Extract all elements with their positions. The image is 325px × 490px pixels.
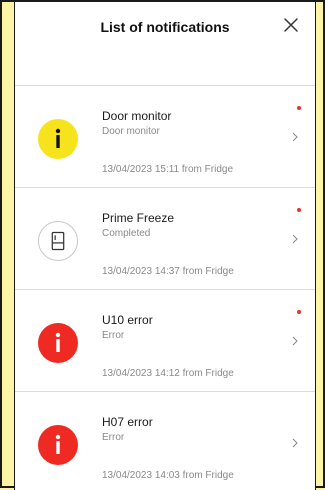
page-title: List of notifications xyxy=(100,19,230,35)
fridge-icon xyxy=(38,221,78,261)
notification-title: Prime Freeze xyxy=(102,211,175,225)
chevron-right-icon xyxy=(292,234,298,244)
error-icon xyxy=(38,323,78,363)
close-icon[interactable] xyxy=(279,13,303,37)
chevron-right-icon xyxy=(292,132,298,142)
chevron-right-icon xyxy=(292,438,298,448)
notification-subtitle: Error xyxy=(102,330,125,341)
notification-subtitle: Completed xyxy=(102,228,151,239)
notification-subtitle: Error xyxy=(102,432,125,443)
notification-timestamp: 13/04/2023 15:11 from Fridge xyxy=(102,164,234,175)
header: List of notifications xyxy=(15,2,315,86)
unread-indicator xyxy=(297,310,301,314)
notification-item-prime-freeze[interactable]: Prime Freeze Completed 13/04/2023 14:37 … xyxy=(15,188,315,290)
notification-timestamp: 13/04/2023 14:37 from Fridge xyxy=(102,266,234,277)
info-icon xyxy=(38,119,78,159)
notification-title: U10 error xyxy=(102,313,153,327)
notification-title: H07 error xyxy=(102,415,153,429)
unread-indicator xyxy=(297,208,301,212)
error-icon xyxy=(38,425,78,465)
notification-title: Door monitor xyxy=(102,109,172,123)
notifications-panel: List of notifications Door monitor Door … xyxy=(14,2,316,490)
notification-item-u10-error[interactable]: U10 error Error 13/04/2023 14:12 from Fr… xyxy=(15,290,315,392)
notification-timestamp: 13/04/2023 14:03 from Fridge xyxy=(102,470,234,481)
notification-item-door-monitor[interactable]: Door monitor Door monitor 13/04/2023 15:… xyxy=(15,86,315,188)
notification-subtitle: Door monitor xyxy=(102,126,160,137)
app-frame: List of notifications Door monitor Door … xyxy=(0,0,325,490)
notification-timestamp: 13/04/2023 14:12 from Fridge xyxy=(102,368,234,379)
notification-item-h07-error[interactable]: H07 error Error 13/04/2023 14:03 from Fr… xyxy=(15,392,315,490)
unread-indicator xyxy=(297,106,301,110)
chevron-right-icon xyxy=(292,336,298,346)
